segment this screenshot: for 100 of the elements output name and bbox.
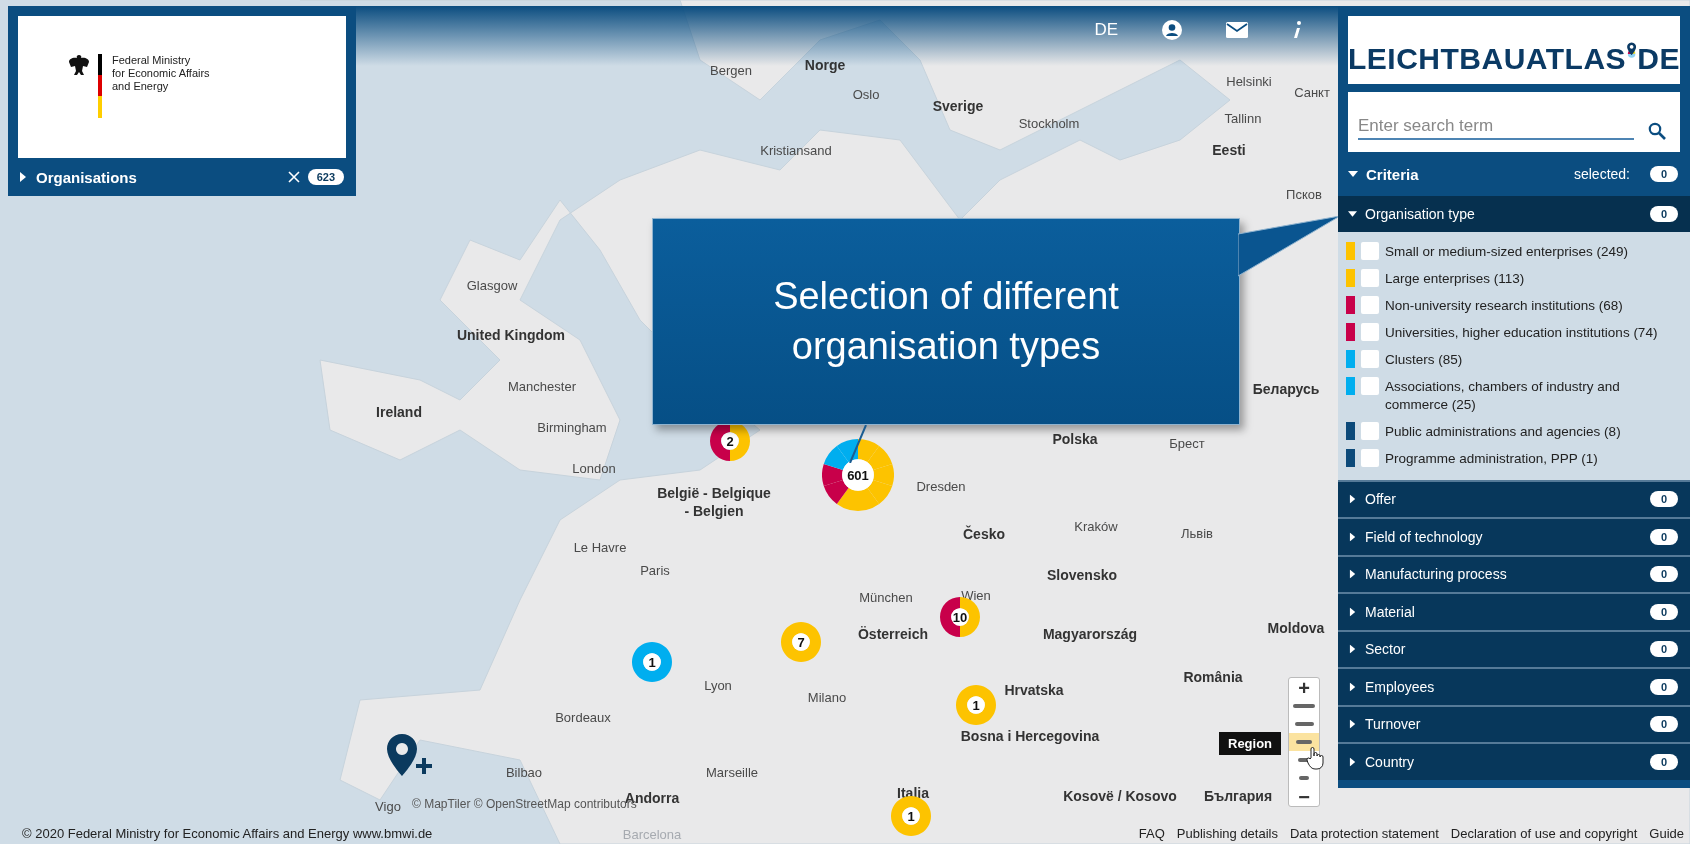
pin-plus-icon[interactable] xyxy=(386,734,432,778)
category-header[interactable]: Employees 0 xyxy=(1338,667,1690,705)
place-label: Vigo xyxy=(375,798,401,814)
user-icon[interactable] xyxy=(1162,20,1182,40)
category-title: Manufacturing process xyxy=(1365,566,1508,583)
caret-icon xyxy=(1349,644,1356,654)
count-badge: 0 xyxy=(1650,528,1678,545)
footer-link[interactable]: Declaration of use and copyright xyxy=(1450,825,1638,841)
place-label: Eesti xyxy=(1212,142,1246,158)
place-label: Брест xyxy=(1169,435,1205,451)
option-label[interactable]: Programme administration, PPP (1) xyxy=(1385,448,1598,468)
option-label[interactable]: Small or medium-sized enterprises (249) xyxy=(1385,241,1629,261)
selected-label: selected: xyxy=(1573,166,1630,182)
place-label: Polska xyxy=(1052,431,1098,447)
place-label: Slovensko xyxy=(1047,567,1117,583)
place-label: Львів xyxy=(1181,525,1213,541)
category-header[interactable]: Manufacturing process 0 xyxy=(1338,554,1690,592)
caret-icon xyxy=(1349,532,1356,542)
category-title: Field of technology xyxy=(1365,528,1484,545)
place-label: Ireland xyxy=(376,404,422,420)
category-header[interactable]: Organisation type 0 xyxy=(1338,196,1690,232)
place-label: Česko xyxy=(963,526,1005,542)
place-label: Bilbao xyxy=(505,764,543,780)
brand-name: LEICHTBAUATLAS xyxy=(1348,44,1627,74)
place-label: Helsinki xyxy=(1226,73,1272,89)
place-label: Le Havre xyxy=(573,539,627,555)
footer-link[interactable]: Guide xyxy=(1649,825,1684,841)
place-label: Санкт xyxy=(1294,84,1330,100)
ministry-name: Federal Ministry for Economic Affairs and Energy xyxy=(112,54,210,93)
place-label: România xyxy=(1183,669,1243,685)
place-label: Tallinn xyxy=(1224,110,1262,126)
place-label: Barcelona xyxy=(622,826,682,842)
option-label[interactable]: Universities, higher education institutions (74) xyxy=(1385,322,1658,342)
caret-right-icon[interactable] xyxy=(20,172,26,182)
option-label[interactable]: Non-university research institutions (68) xyxy=(1385,295,1623,315)
category-header[interactable]: Offer 0 xyxy=(1338,479,1690,517)
category-header[interactable]: Material 0 xyxy=(1338,592,1690,630)
leader-line xyxy=(848,425,868,463)
place-label: Беларусь xyxy=(1252,381,1320,397)
place-label: Österreich xyxy=(858,626,928,642)
category-title: Material xyxy=(1365,603,1416,620)
place-label: Bosna i Hercegovina xyxy=(960,728,1100,744)
count-badge: 0 xyxy=(1650,566,1678,583)
place-label: Kraków xyxy=(1074,518,1118,534)
zoom-in-button[interactable]: + xyxy=(1289,678,1319,697)
category-title: Organisation type xyxy=(1365,205,1476,222)
checkbox[interactable] xyxy=(1361,349,1379,368)
checkbox[interactable] xyxy=(1361,421,1379,440)
close-icon[interactable] xyxy=(287,171,300,183)
place-label: München xyxy=(859,589,913,605)
footer-link[interactable]: Publishing details xyxy=(1176,825,1278,841)
checkbox[interactable] xyxy=(1361,448,1379,467)
zoom-out-button[interactable]: − xyxy=(1289,787,1319,806)
layer-title[interactable]: Organisations xyxy=(36,168,280,186)
zoom-level-button[interactable] xyxy=(1289,733,1319,751)
search-box[interactable]: Enter search term xyxy=(1348,92,1680,152)
place-label: Birmingham xyxy=(537,419,607,435)
place-label: Paris xyxy=(640,562,670,578)
count-badge: 0 xyxy=(1650,166,1678,182)
place-label: Kosovë / Kosovo xyxy=(1063,788,1177,804)
place-label: - Belgien xyxy=(684,503,744,519)
place-label: Glasgow xyxy=(466,277,518,293)
category-title: Turnover xyxy=(1365,716,1422,733)
checkbox[interactable] xyxy=(1361,241,1379,260)
category-title: Employees xyxy=(1365,678,1436,695)
checkbox[interactable] xyxy=(1361,295,1379,314)
category-title: Offer xyxy=(1365,491,1397,508)
criteria-title[interactable]: Criteria xyxy=(1366,165,1566,183)
category-header[interactable]: Field of technology 0 xyxy=(1338,517,1690,555)
checkbox[interactable] xyxy=(1361,322,1379,341)
footer-link[interactable]: FAQ xyxy=(1138,825,1165,841)
caret-icon xyxy=(1349,494,1356,504)
place-label: Manchester xyxy=(508,378,576,394)
count-badge: 623 xyxy=(307,169,344,185)
caret-icon xyxy=(1349,569,1356,579)
checkbox[interactable] xyxy=(1361,268,1379,287)
count-badge: 0 xyxy=(1650,678,1678,695)
caret-icon[interactable] xyxy=(1348,171,1358,177)
category-header[interactable]: Turnover 0 xyxy=(1338,704,1690,742)
info-icon[interactable] xyxy=(1292,20,1302,40)
category-header[interactable]: Sector 0 xyxy=(1338,629,1690,667)
option-label[interactable]: Clusters (85) xyxy=(1385,349,1463,369)
place-label: United Kingdom xyxy=(456,327,566,343)
place-label: Marseille xyxy=(706,764,758,780)
category-header[interactable]: Country 0 xyxy=(1338,742,1690,780)
category-title: Country xyxy=(1365,753,1416,770)
language-link[interactable]: DE xyxy=(1094,20,1118,40)
footer-link[interactable]: Data protection statement xyxy=(1290,825,1439,841)
caret-icon xyxy=(1349,719,1356,729)
copyright-text: © 2020 Federal Ministry for Economic Affairs and Energy www.bmwi.de xyxy=(22,825,433,841)
place-label: Stockholm xyxy=(1018,115,1080,131)
category-title: Sector xyxy=(1365,641,1407,658)
option-label[interactable]: Large enterprises (113) xyxy=(1385,268,1525,288)
place-label: Lyon xyxy=(704,677,732,693)
search-icon[interactable] xyxy=(1648,122,1666,140)
option-label[interactable]: Associations, chambers of industry and commerce (25) xyxy=(1385,376,1684,414)
caret-icon xyxy=(1349,682,1356,692)
option-label[interactable]: Public administrations and agencies (8) xyxy=(1385,421,1621,441)
mail-icon[interactable] xyxy=(1226,22,1248,38)
checkbox[interactable] xyxy=(1361,376,1379,395)
